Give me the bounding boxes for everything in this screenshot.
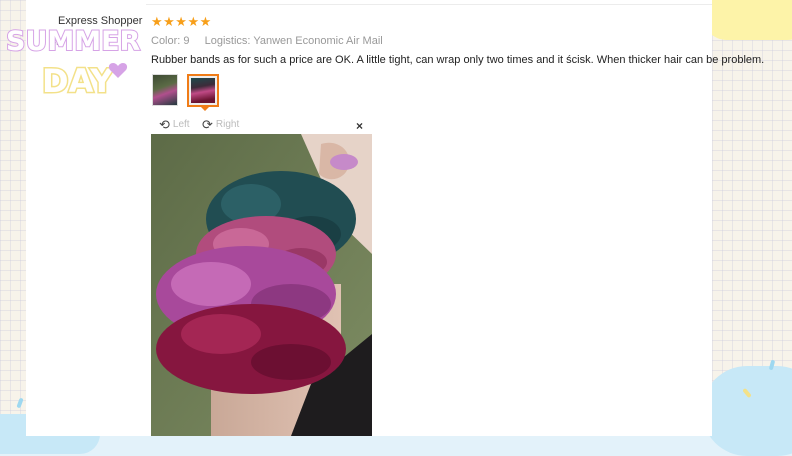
svg-text:DAY: DAY xyxy=(42,62,114,100)
selected-caret xyxy=(200,106,210,111)
svg-text:SUMMER: SUMMER xyxy=(6,26,141,57)
close-icon[interactable]: × xyxy=(356,119,363,133)
decorative-blob-bottom-right xyxy=(702,366,792,456)
rotate-right-label: Right xyxy=(215,119,240,130)
decorative-blob-top-right xyxy=(702,0,792,40)
logistics-label: Logistics: xyxy=(204,35,251,47)
review-photo-image xyxy=(151,134,372,436)
color-label: Color: xyxy=(151,35,181,47)
rotate-left-label: Left xyxy=(172,119,190,130)
rotate-left-icon: ⟲ xyxy=(159,117,170,132)
logistics-value: Yanwen Economic Air Mail xyxy=(253,35,383,47)
rating-stars: ★★★★★ xyxy=(151,14,212,29)
review-text: Rubber bands as for such a price are OK.… xyxy=(151,54,765,66)
review-meta: Color: 9 Logistics: Yanwen Economic Air … xyxy=(151,35,395,47)
rotate-left-button[interactable]: ⟲ Left xyxy=(159,118,190,131)
rotate-right-icon: ⟳ xyxy=(202,117,213,132)
color-value: 9 xyxy=(183,35,190,47)
summer-day-logo: SUMMER DAY xyxy=(5,25,142,100)
review-photo xyxy=(151,134,372,436)
image-viewer-toolbar: ⟲ Left ⟳ Right × xyxy=(151,118,371,135)
review-thumbnail-selected[interactable] xyxy=(187,74,219,107)
divider xyxy=(146,4,712,5)
rotate-right-button[interactable]: ⟳ Right xyxy=(202,118,239,131)
review-thumbnail[interactable] xyxy=(152,74,178,106)
